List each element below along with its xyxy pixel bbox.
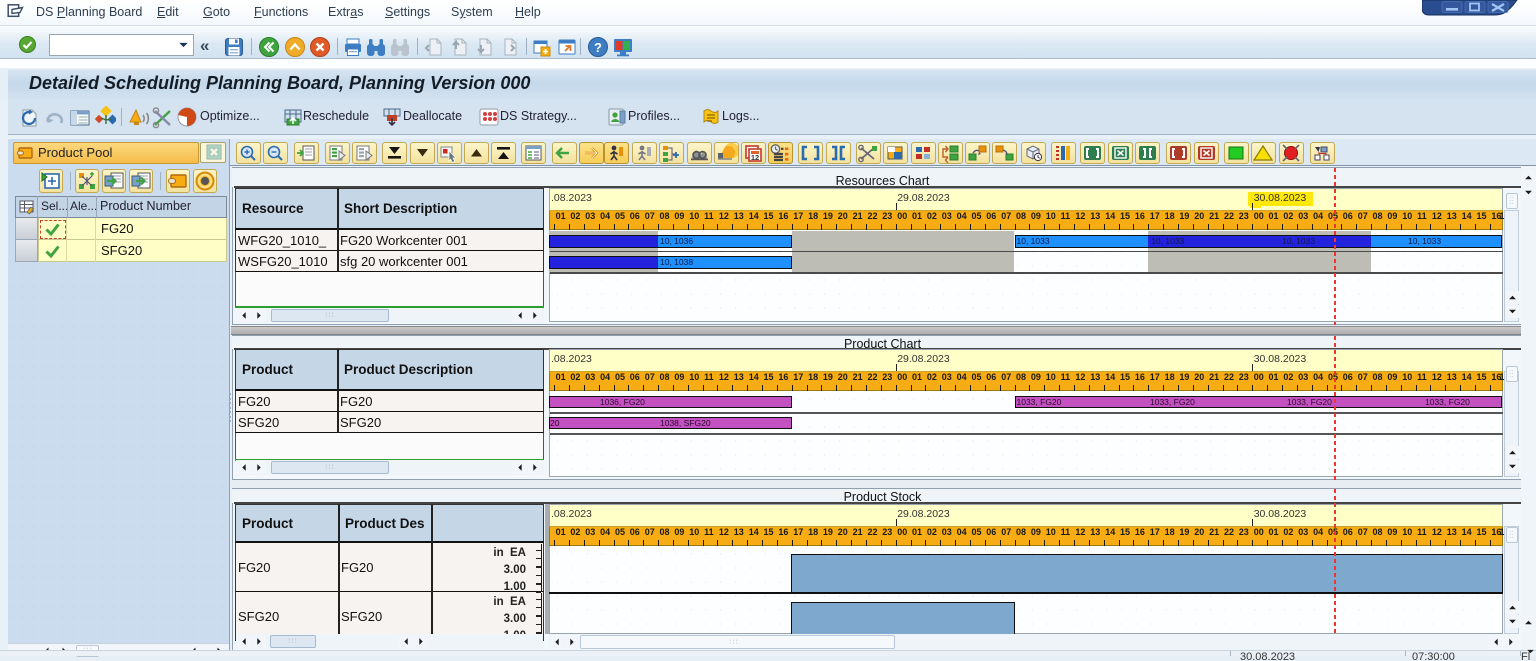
svg-text:12: 12 bbox=[751, 153, 759, 162]
svg-text:?: ? bbox=[594, 40, 602, 55]
